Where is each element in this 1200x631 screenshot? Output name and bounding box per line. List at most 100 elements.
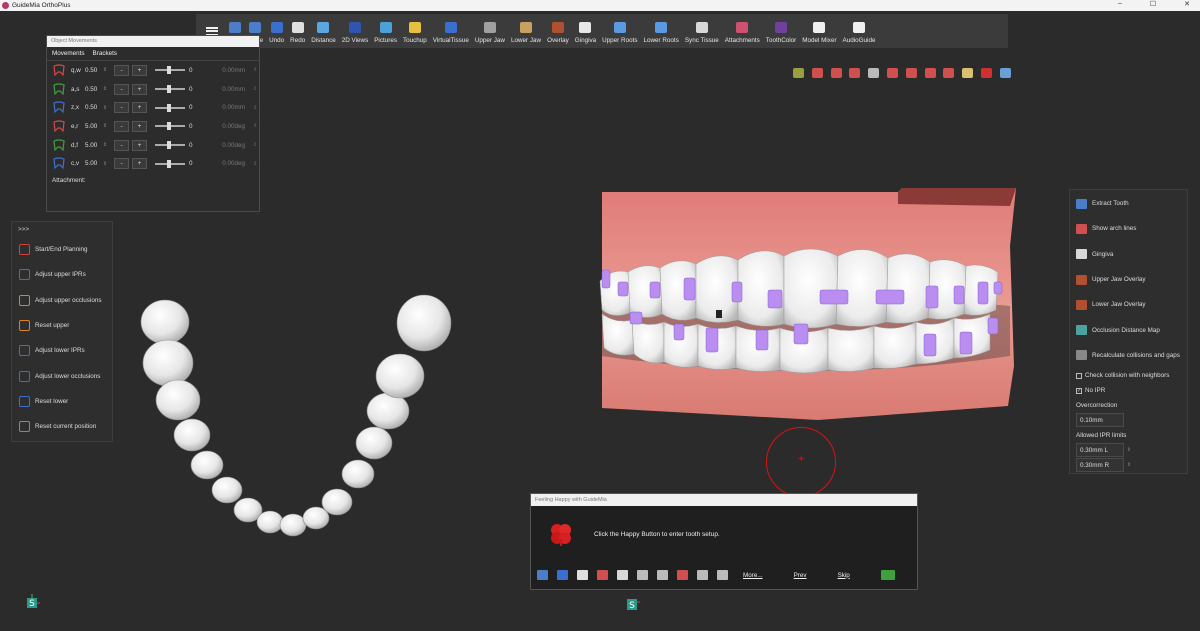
planning-adjust-upper-iprs-button[interactable]: Adjust upper IPRs [12,262,112,287]
planning-reset-lower-button[interactable]: Reset lower [12,389,112,414]
tool-recalculate-collisions-and-gaps-button[interactable]: Recalculate collisions and gaps [1070,343,1187,368]
frontal-jaw-model[interactable] [598,186,1018,422]
guide-step-icon[interactable] [677,570,688,580]
step-value[interactable]: 5.00 [85,123,103,130]
guide-step-icon[interactable] [617,570,628,580]
movement-slider[interactable] [155,159,185,168]
view-tool-icon[interactable] [849,68,861,78]
step-value[interactable]: 0.50 [85,104,103,111]
collapse-toggle[interactable]: >>> [12,222,112,237]
step-spinner[interactable]: ⇕ [103,161,111,167]
toolbar-sync-tissue-button[interactable]: Sync Tissue [682,14,722,48]
movement-field[interactable]: 0.00deg [203,160,245,167]
movement-field[interactable]: 0.00mm [203,104,245,111]
prev-link[interactable]: Prev [794,572,807,579]
toolbar-attachments-button[interactable]: Attachments [722,14,763,48]
increment-button[interactable]: + [132,139,147,151]
guide-step-icon[interactable] [697,570,708,580]
rotation-center-marker[interactable] [766,427,836,497]
field-spinner[interactable]: ⇕ [253,105,257,111]
view-tool-icon[interactable] [811,68,823,78]
tool-gingiva-button[interactable]: Gingiva [1070,242,1187,267]
guide-step-icon[interactable] [577,570,588,580]
toolbar-virtualtissue-button[interactable]: VirtualTissue [430,14,472,48]
toolbar-gingiva-button[interactable]: Gingiva [572,14,599,48]
movement-field[interactable]: 0.00mm [203,67,245,74]
step-value[interactable]: 0.50 [85,86,103,93]
movement-slider[interactable] [155,122,185,131]
field-spinner[interactable]: ⇕ [253,123,257,129]
step-spinner[interactable]: ⇕ [103,86,111,92]
minimize-button[interactable]: – [1118,0,1122,8]
movement-slider[interactable] [155,66,185,75]
view-tool-icon[interactable] [924,68,936,78]
ipr-left-input[interactable]: 0.30mm L ⇕ [1076,443,1131,458]
no-ipr-option[interactable]: ✓ No IPR [1070,383,1187,398]
tab-movements[interactable]: Movements [52,50,85,57]
toolbar-lower-roots-button[interactable]: Lower Roots [640,14,681,48]
toolbar-toothcolor-button[interactable]: ToothColor [763,14,799,48]
movement-field[interactable]: 0.00mm [203,86,245,93]
view-tool-icon[interactable] [999,68,1011,78]
toolbar-model-mixer-button[interactable]: Model Mixer [799,14,839,48]
increment-button[interactable]: + [132,102,147,114]
view-tool-icon[interactable] [793,68,804,78]
guide-step-icon[interactable] [637,570,648,580]
toolbar-touchup-button[interactable]: Touchup [400,14,430,48]
toolbar-upper-roots-button[interactable]: Upper Roots [599,14,640,48]
planning-reset-current-position-button[interactable]: Reset current position [12,414,112,439]
increment-button[interactable]: + [132,158,147,170]
no-ipr-checkbox[interactable]: ✓ [1076,387,1082,394]
step-value[interactable]: 5.00 [85,142,103,149]
field-spinner[interactable]: ⇕ [253,86,257,92]
more-link[interactable]: More... [743,572,763,579]
decrement-button[interactable]: - [114,120,129,132]
toolbar-audioguide-button[interactable]: AudioGuide [840,14,879,48]
close-window-button[interactable]: ✕ [1184,0,1190,8]
step-spinner[interactable]: ⇕ [103,67,111,73]
tool-extract-tooth-button[interactable]: Extract Tooth [1070,191,1187,216]
lower-arch-model[interactable] [130,290,470,550]
toolbar-2d-views-button[interactable]: 2D Views [339,14,371,48]
movement-slider[interactable] [155,85,185,94]
planning-reset-upper-button[interactable]: Reset upper [12,313,112,338]
guide-step-icon[interactable] [597,570,608,580]
planning-adjust-lower-occlusions-button[interactable]: Adjust lower occlusions [12,363,112,388]
step-value[interactable]: 5.00 [85,160,103,167]
decrement-button[interactable]: - [114,158,129,170]
planning-adjust-lower-iprs-button[interactable]: Adjust lower IPRs [12,338,112,363]
guide-step-icon[interactable] [657,570,668,580]
view-tool-icon[interactable] [905,68,917,78]
toolbar-undo-button[interactable]: Undo [266,14,287,48]
tool-occlusion-distance-map-button[interactable]: Occlusion Distance Map [1070,317,1187,342]
confirm-happy-icon[interactable] [880,570,895,580]
field-spinner[interactable]: ⇕ [253,142,257,148]
ipr-left-spinner[interactable]: ⇕ [1127,447,1131,453]
ipr-right-spinner[interactable]: ⇕ [1127,462,1131,468]
movement-slider[interactable] [155,103,185,112]
overcorrection-input[interactable]: 0.10mm [1076,413,1124,428]
view-tool-icon[interactable] [980,68,992,78]
check-collision-checkbox[interactable] [1076,372,1082,379]
step-value[interactable]: 0.50 [85,67,103,74]
toolbar-upper-jaw-button[interactable]: Upper Jaw [472,14,508,48]
decrement-button[interactable]: - [114,139,129,151]
step-spinner[interactable]: ⇕ [103,123,111,129]
object-movements-title[interactable]: Object Movements [47,36,259,47]
increment-button[interactable]: + [132,64,147,76]
maximize-button[interactable]: ☐ [1150,0,1156,8]
view-tool-icon[interactable] [868,68,880,78]
ipr-right-input[interactable]: 0.30mm R ⇕ [1076,458,1131,473]
guide-step-icon[interactable] [557,570,568,580]
toolbar-pictures-button[interactable]: Pictures [371,14,400,48]
decrement-button[interactable]: - [114,102,129,114]
toolbar-lower-jaw-button[interactable]: Lower Jaw [508,14,544,48]
view-tool-icon[interactable] [830,68,842,78]
guide-step-icon[interactable] [537,570,548,580]
tool-lower-jaw-overlay-button[interactable]: Lower Jaw Overlay [1070,292,1187,317]
tool-show-arch-lines-button[interactable]: Show arch lines [1070,216,1187,241]
view-tool-icon[interactable] [962,68,974,78]
happy-dialog-title[interactable]: Feeling Happy with GuideMia [531,494,917,506]
decrement-button[interactable]: - [114,64,129,76]
movement-field[interactable]: 0.00deg [203,123,245,130]
